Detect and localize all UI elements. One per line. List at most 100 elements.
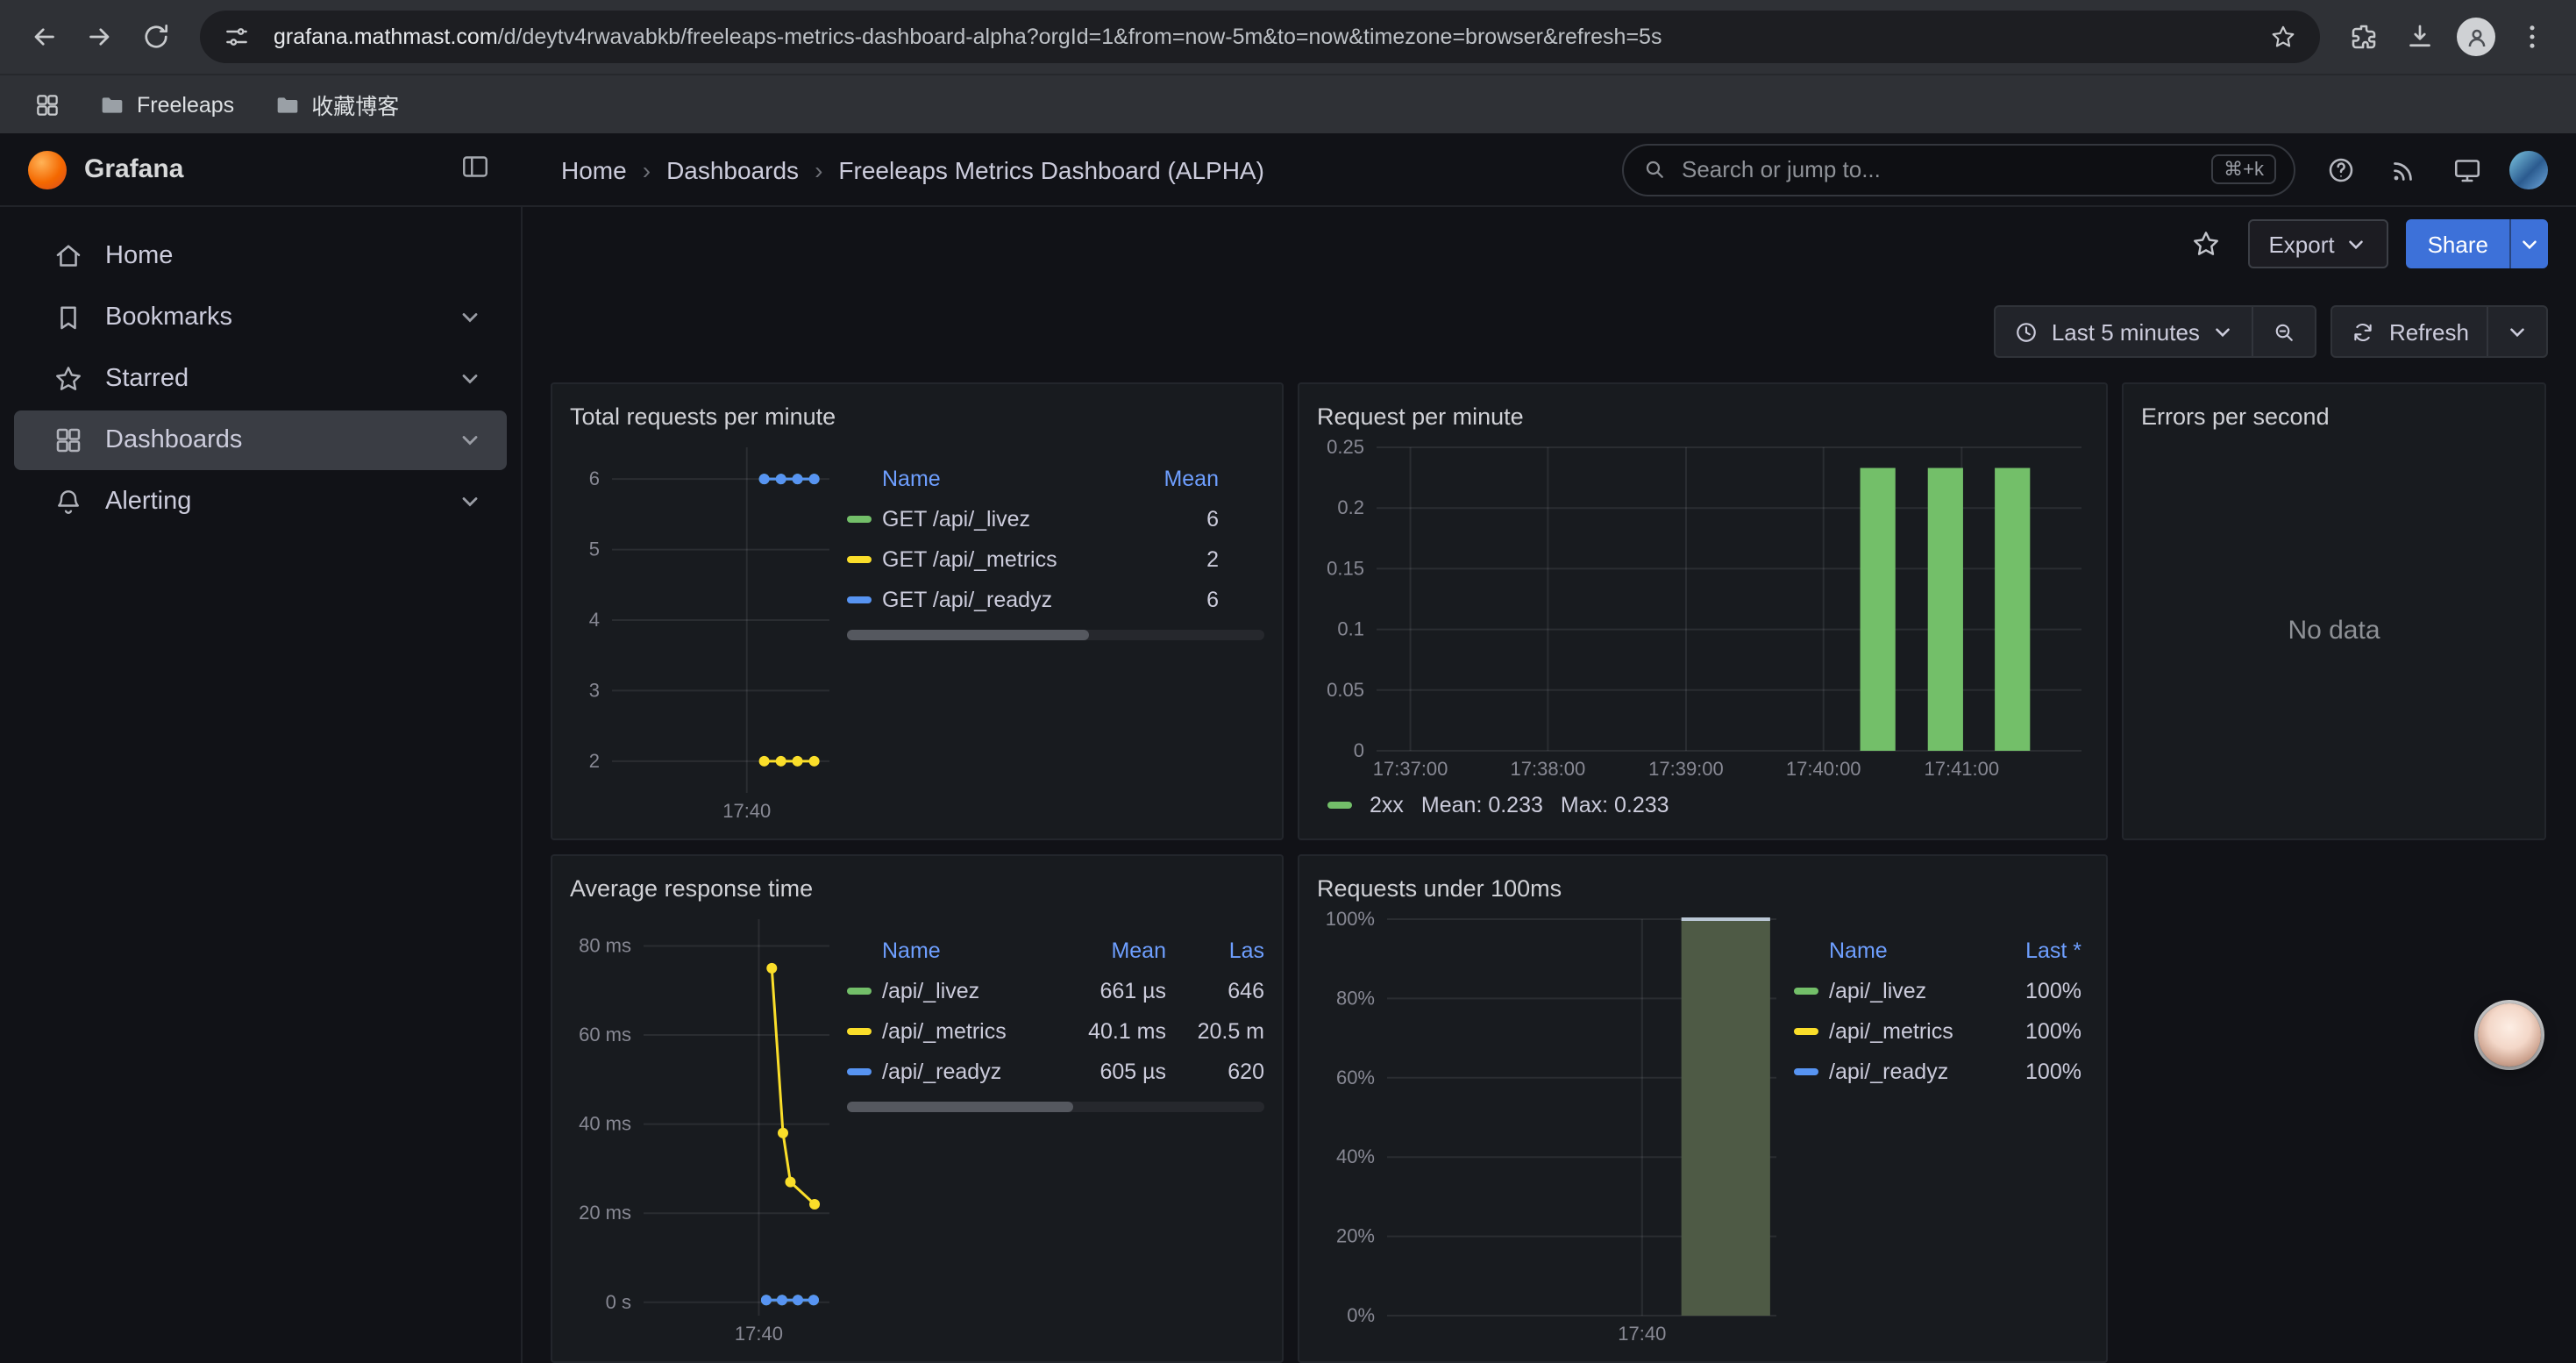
breadcrumb-separator: › <box>815 155 822 183</box>
breadcrumb-dashboards[interactable]: Dashboards <box>666 155 799 183</box>
svg-text:80%: 80% <box>1336 987 1375 1009</box>
series-name: GET /api/_livez <box>882 506 1110 531</box>
grafana-logo-icon[interactable] <box>28 150 67 189</box>
keyboard-shortcut: ⌘+k <box>2211 154 2276 184</box>
series-value: 6 <box>1121 506 1219 531</box>
legend-row[interactable]: GET /api/_readyz6 <box>847 579 1219 619</box>
avg-response-time-legend: Name Mean Las/api/_livez661 µs646/api/_met… <box>847 930 1264 1347</box>
search-input[interactable]: Search or jump to... ⌘+k <box>1622 143 2295 196</box>
svg-text:17:40: 17:40 <box>722 800 771 822</box>
site-info-tune-icon[interactable] <box>210 11 263 63</box>
panel-errors-per-second: Errors per second No data <box>2122 382 2546 840</box>
browser-profile-avatar[interactable] <box>2450 11 2502 63</box>
legend-row[interactable]: GET /api/_metrics2 <box>847 539 1219 579</box>
sidebar-item-starred[interactable]: Starred <box>14 349 507 409</box>
requests-under-100ms-chart[interactable]: 0%20%40%60%80%100%17:40 <box>1317 909 1783 1347</box>
legend-row[interactable]: /api/_livez661 µs646 <box>847 970 1264 1010</box>
breadcrumb: Home › Dashboards › Freeleaps Metrics Da… <box>561 155 1264 183</box>
export-button[interactable]: Export <box>2247 219 2388 268</box>
sidebar-item-home[interactable]: Home <box>14 226 507 286</box>
grafana-brand[interactable]: Grafana <box>84 154 183 184</box>
sidebar-item-alerting[interactable]: Alerting <box>14 472 507 532</box>
chevron-down-icon[interactable] <box>458 305 482 330</box>
panel-toggle-icon[interactable] <box>459 150 498 189</box>
legend-column-header[interactable]: Name <box>847 466 1110 490</box>
total-requests-chart[interactable]: 2345617:40 <box>570 437 836 824</box>
legend-column-header[interactable]: Name <box>1794 938 1973 962</box>
download-icon[interactable] <box>2394 11 2446 63</box>
refresh-interval-caret[interactable] <box>2488 307 2546 356</box>
request-per-minute-chart[interactable]: 00.050.10.150.20.2517:37:0017:38:0017:39… <box>1317 437 2089 782</box>
panel-title[interactable]: Total requests per minute <box>570 395 1264 437</box>
chevron-down-icon[interactable] <box>458 428 482 453</box>
legend-scrollbar[interactable] <box>847 1102 1264 1112</box>
sidebar-item-bookmarks[interactable]: Bookmarks <box>14 288 507 347</box>
no-data-message: No data <box>2141 437 2527 824</box>
svg-text:6: 6 <box>589 467 600 489</box>
legend-column-header[interactable]: Last * <box>1983 938 2081 962</box>
time-controls: Last 5 minutes <box>551 305 2548 358</box>
bookmark-folder-blogs[interactable]: 收藏博客 <box>259 81 413 128</box>
time-range-group: Last 5 minutes <box>1994 305 2317 358</box>
legend-column-header[interactable]: Las <box>1177 938 1264 962</box>
refresh-button[interactable]: Refresh <box>2333 307 2487 356</box>
legend-scrollbar[interactable] <box>847 630 1264 640</box>
zoom-out-button[interactable] <box>2254 307 2316 356</box>
monitor-icon[interactable] <box>2446 148 2488 190</box>
svg-text:17:41:00: 17:41:00 <box>1924 758 1999 780</box>
legend-column-header[interactable]: Mean <box>1121 466 1219 490</box>
breadcrumb-home[interactable]: Home <box>561 155 627 183</box>
reload-icon[interactable] <box>130 11 182 63</box>
forward-icon[interactable] <box>74 11 126 63</box>
bookmark-folder-freeleaps[interactable]: Freeleaps <box>84 83 248 125</box>
legend-scrollbar-thumb[interactable] <box>847 1102 1072 1112</box>
panel-title[interactable]: Requests under 100ms <box>1317 867 2089 909</box>
chevron-down-icon <box>2345 232 2368 255</box>
avg-response-time-chart[interactable]: 0 s20 ms40 ms60 ms80 ms17:40 <box>570 909 836 1347</box>
chevron-down-icon <box>2506 320 2529 343</box>
panel-title[interactable]: Request per minute <box>1317 395 2089 437</box>
legend-row[interactable]: /api/_livez100% <box>1794 970 2081 1010</box>
share-caret-button[interactable] <box>2509 219 2548 268</box>
legend-column-header[interactable]: Name <box>847 938 1050 962</box>
legend-row[interactable]: /api/_readyz605 µs620 <box>847 1051 1264 1091</box>
chevron-down-icon[interactable] <box>458 367 482 391</box>
folder-icon <box>273 90 301 118</box>
bookmarks-bar: Freeleaps 收藏博客 <box>0 74 2576 133</box>
time-range-button[interactable]: Last 5 minutes <box>1996 307 2252 356</box>
series-value: 100% <box>1983 1018 2081 1043</box>
back-icon[interactable] <box>18 11 70 63</box>
url-bar[interactable]: grafana.mathmast.com/d/deytv4rwavabkb/fr… <box>200 11 2320 63</box>
extensions-icon[interactable] <box>2338 11 2390 63</box>
legend-column-header[interactable]: Mean <box>1061 938 1166 962</box>
svg-text:17:38:00: 17:38:00 <box>1511 758 1586 780</box>
legend-row[interactable]: GET /api/_livez 6 <box>847 498 1219 539</box>
legend-row[interactable]: /api/_metrics100% <box>1794 1010 2081 1051</box>
floating-avatar[interactable] <box>2478 1003 2541 1067</box>
svg-text:0.15: 0.15 <box>1327 557 1364 579</box>
legend-row[interactable]: /api/_readyz100% <box>1794 1051 2081 1091</box>
chevron-down-icon[interactable] <box>458 489 482 514</box>
svg-text:60%: 60% <box>1336 1067 1375 1088</box>
help-icon[interactable] <box>2320 148 2362 190</box>
legend-row[interactable]: /api/_metrics40.1 ms20.5 m <box>847 1010 1264 1051</box>
legend-scrollbar-thumb[interactable] <box>847 630 1089 640</box>
bookmark-label: 收藏博客 <box>311 88 399 121</box>
panel-title[interactable]: Average response time <box>570 867 1264 909</box>
export-label: Export <box>2268 231 2334 257</box>
sidebar: Home Bookmarks Starred <box>0 207 523 1363</box>
user-avatar[interactable] <box>2509 150 2548 189</box>
series-name[interactable]: 2xx <box>1370 793 1404 817</box>
apps-grid-icon[interactable] <box>21 78 74 131</box>
rss-icon[interactable] <box>2383 148 2425 190</box>
series-name: /api/_livez <box>1829 978 1973 1003</box>
series-name: /api/_metrics <box>882 1018 1050 1043</box>
menu-kebab-icon[interactable] <box>2506 11 2558 63</box>
panel-row-2: Average response time 0 s20 ms40 ms60 ms… <box>551 854 2548 1363</box>
bookmark-star-icon[interactable] <box>2257 11 2309 63</box>
share-button[interactable]: Share <box>2407 219 2509 268</box>
favorite-star-button[interactable] <box>2181 219 2230 268</box>
panel-title[interactable]: Errors per second <box>2141 395 2527 437</box>
grafana-header-left: Grafana <box>0 133 523 205</box>
sidebar-item-dashboards[interactable]: Dashboards <box>14 410 507 470</box>
